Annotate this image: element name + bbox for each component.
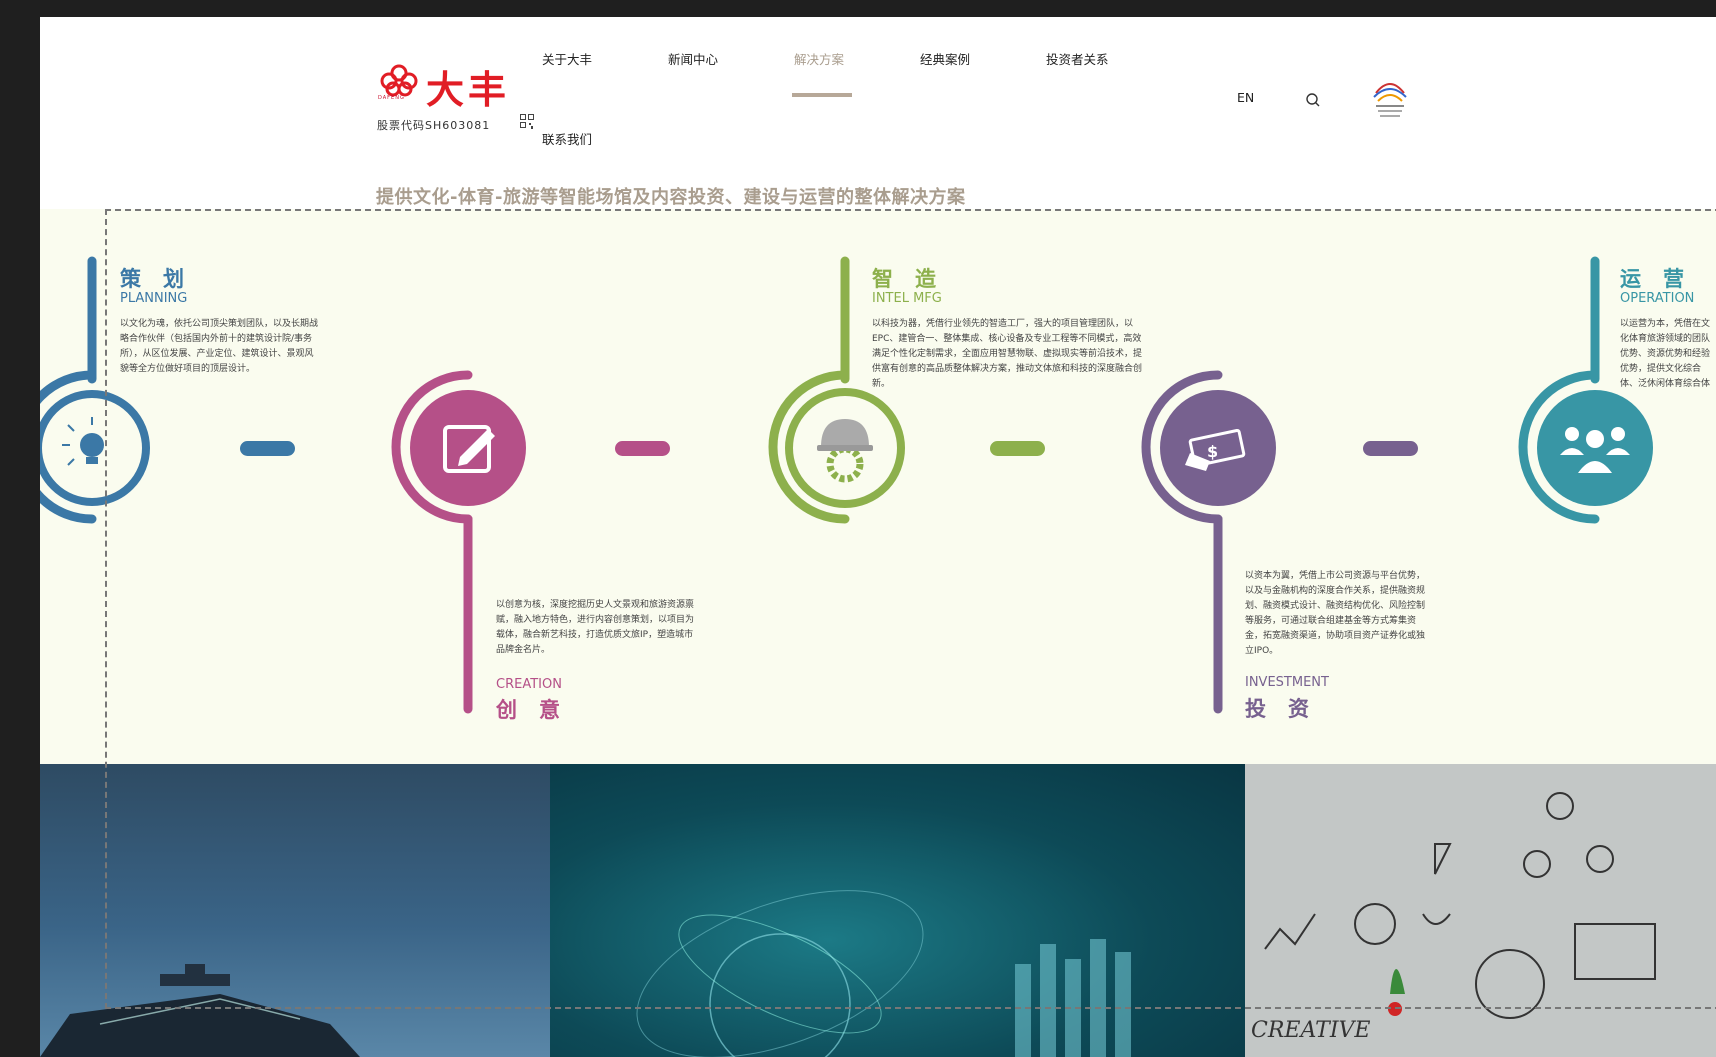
search-icon[interactable] xyxy=(1305,92,1321,108)
stage-creation-graphic xyxy=(391,370,670,714)
sketch-doodles-icon xyxy=(1264,792,1656,1019)
connector-2 xyxy=(615,441,670,456)
qr-code-icon[interactable] xyxy=(520,114,534,130)
stage-investment-en: INVESTMENT xyxy=(1245,675,1329,690)
stage-intel-mfg-title: 智造 xyxy=(872,267,958,291)
stage-creation-desc: 以创意为核，深度挖掘历史人文景观和旅游资源禀赋，融入地方特色，进行内容创意策划，… xyxy=(496,600,695,655)
helmet-gear-icon xyxy=(817,419,873,483)
logo-text: 大丰 xyxy=(426,67,511,112)
stage-planning-title: 策划 xyxy=(120,267,206,291)
stage-planning-en: PLANNING xyxy=(120,291,188,306)
stage-investment-desc: 以资本为翼，凭借上市公司资源与平台优势，以及与金融机构的深度合作关系，提供融资规… xyxy=(1245,571,1426,656)
page: DAFENG 大丰 股票代码SH603081 关于大丰 新闻中心 解决方案 经典… xyxy=(40,17,1716,1057)
language-toggle[interactable]: EN xyxy=(1237,90,1254,105)
photo-strip: CREATIVE xyxy=(40,764,1716,1057)
event-badge-icon xyxy=(1373,83,1407,117)
nav-about[interactable]: 关于大丰 xyxy=(542,49,592,68)
connector-4 xyxy=(1363,441,1418,456)
stage-intel-mfg-en: INTEL MFG xyxy=(872,291,942,306)
connector-3 xyxy=(990,441,1045,456)
svg-text:$: $ xyxy=(1207,442,1218,461)
stage-operation-title: 运营 xyxy=(1620,267,1706,291)
stage-creation-en: CREATION xyxy=(496,677,562,692)
stage-operation-desc: 以运营为本，凭借在文化体育旅游领域的团队优势、资源优势和经验优势，提供文化综合体… xyxy=(1620,319,1710,387)
photo-globe-tech[interactable] xyxy=(550,764,1245,1057)
stock-code: 股票代码SH603081 xyxy=(377,119,491,132)
nav-solutions[interactable]: 解决方案 xyxy=(794,49,844,68)
page-tagline: 提供文化-体育-旅游等智能场馆及内容投资、建设与运营的整体解决方案 xyxy=(376,187,966,208)
stage-investment-title: 投资 xyxy=(1245,697,1331,721)
stage-planning-desc: 以文化为魂，依托公司顶尖策划团队，以及长期战略合作伙伴（包括国内外前十的建筑设计… xyxy=(120,319,319,374)
stage-intel-mfg-desc: 以科技为器，凭借行业领先的智造工厂，强大的项目管理团队，以EPC、建管合一、整体… xyxy=(872,319,1143,389)
connector-1 xyxy=(240,441,295,456)
stadium-silhouette-icon xyxy=(40,964,360,1057)
nav-cases[interactable]: 经典案例 xyxy=(920,49,970,68)
creative-sketch-text: CREATIVE xyxy=(1251,1018,1371,1043)
nav-contact[interactable]: 联系我们 xyxy=(542,129,592,148)
photo-stadium[interactable] xyxy=(40,764,550,1057)
nav-news[interactable]: 新闻中心 xyxy=(668,49,718,68)
nav-investors[interactable]: 投资者关系 xyxy=(1046,49,1109,68)
globe-tech-icon xyxy=(636,890,1131,1057)
photo-creative-sketch[interactable]: CREATIVE xyxy=(1245,764,1716,1057)
stage-creation-title: 创意 xyxy=(496,698,582,722)
nav-active-indicator xyxy=(792,93,852,97)
stage-operation-en: OPERATION xyxy=(1620,291,1695,306)
logo-subtext: DAFENG xyxy=(378,95,405,101)
lightbulb-icon xyxy=(62,417,104,466)
